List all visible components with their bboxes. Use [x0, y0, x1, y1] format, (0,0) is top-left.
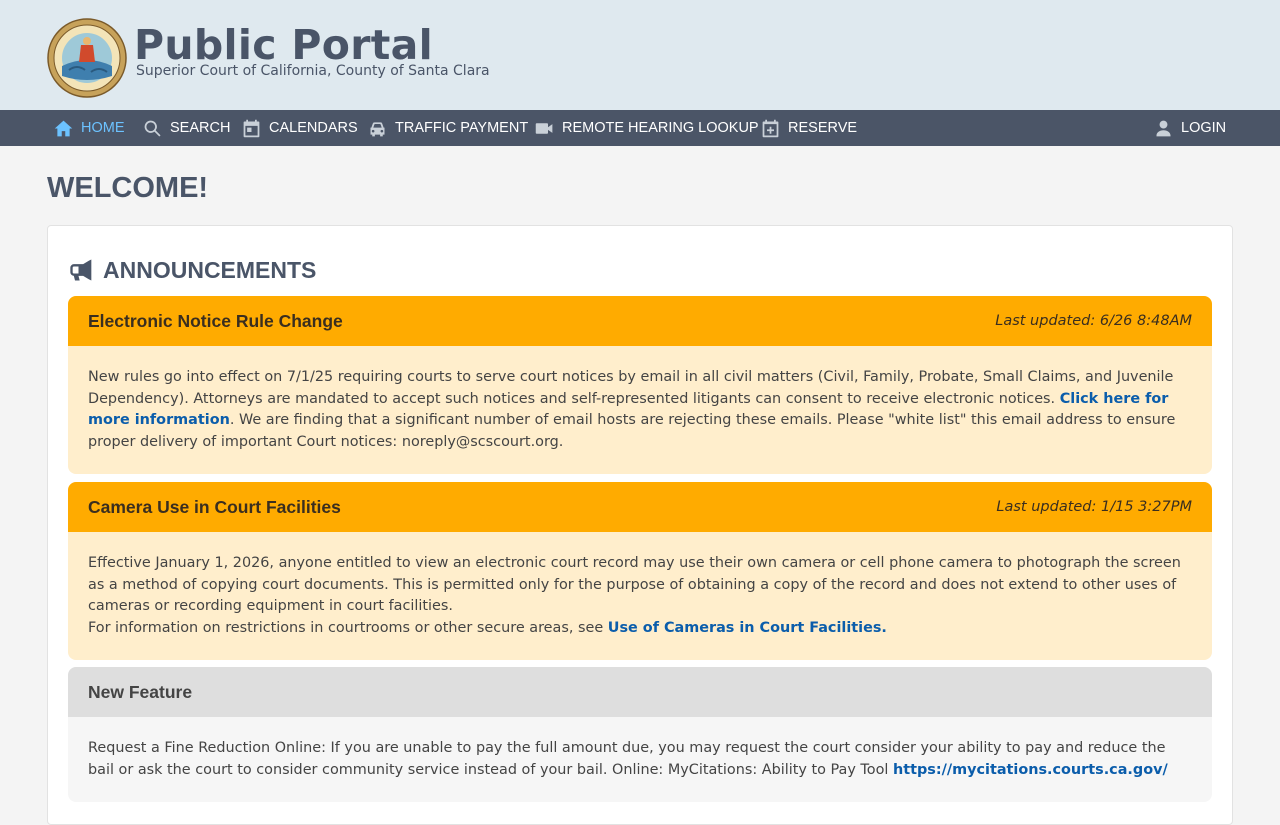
nav-home[interactable]: HOME [53, 110, 125, 146]
camera-use-link[interactable]: Use of Cameras in Court Facilities. [608, 620, 887, 636]
nav-traffic-payment[interactable]: TRAFFIC PAYMENT [367, 110, 528, 146]
portal-subtitle: Superior Court of California, County of … [136, 63, 490, 79]
nav-search[interactable]: SEARCH [142, 110, 230, 146]
announcements-heading: ANNOUNCEMENTS [103, 256, 317, 283]
announcement-body: New rules go into effect on 7/1/25 requi… [68, 346, 1212, 474]
search-icon [144, 120, 161, 137]
announcement-title: New Feature [88, 681, 193, 702]
announcement-text: For information on restrictions in court… [88, 619, 608, 636]
home-icon [54, 120, 73, 136]
site-header: Public Portal Superior Court of Californ… [0, 0, 1280, 110]
announcement-card-header: New Feature [68, 667, 1212, 717]
announcement-title: Camera Use in Court Facilities [88, 496, 341, 517]
announcements-header: ANNOUNCEMENTS [68, 256, 316, 284]
announcement-updated: Last updated: 6/26 8:48AM [995, 313, 1192, 329]
announcements-panel: ANNOUNCEMENTS Electronic Notice Rule Cha… [47, 225, 1233, 825]
nav-remote-hearing-label: REMOTE HEARING LOOKUP [562, 120, 759, 136]
nav-login-label: LOGIN [1181, 120, 1227, 136]
announcement-card-electronic-notice: Electronic Notice Rule Change Last updat… [68, 296, 1212, 474]
nav-reserve-label: RESERVE [788, 120, 858, 136]
announcement-card-header: Electronic Notice Rule Change Last updat… [68, 296, 1212, 346]
mycitations-link[interactable]: https://mycitations.courts.ca.gov/ [893, 762, 1168, 778]
announcement-text: . We are finding that a significant numb… [88, 412, 1176, 450]
nav-search-label: SEARCH [170, 120, 231, 136]
nav-calendars[interactable]: CALENDARS [241, 110, 358, 146]
nav-remote-hearing[interactable]: REMOTE HEARING LOOKUP [534, 110, 759, 146]
nav-calendars-label: CALENDARS [269, 120, 358, 136]
nav-reserve[interactable]: RESERVE [760, 110, 857, 146]
announcement-title: Electronic Notice Rule Change [88, 310, 343, 331]
video-camera-icon [535, 122, 553, 134]
announcement-card-new-feature: New Feature Request a Fine Reduction Onl… [68, 667, 1212, 802]
announcement-body: Effective January 1, 2026, anyone entitl… [68, 532, 1212, 660]
nav-login[interactable]: LOGIN [1153, 110, 1226, 146]
car-icon [370, 121, 385, 136]
announcement-body: Request a Fine Reduction Online: If you … [68, 717, 1212, 802]
announcement-card-camera-use: Camera Use in Court Facilities Last upda… [68, 482, 1212, 660]
main-navigation: HOME SEARCH CALENDARS TRAFFIC PAYMENT RE… [0, 110, 1280, 146]
welcome-heading: WELCOME! [47, 172, 209, 204]
user-icon [1156, 120, 1171, 136]
announcement-text: Effective January 1, 2026, anyone entitl… [88, 555, 1181, 614]
announcement-card-header: Camera Use in Court Facilities Last upda… [68, 482, 1212, 532]
calendar-icon [243, 119, 260, 137]
megaphone-icon [70, 259, 92, 281]
announcement-text: New rules go into effect on 7/1/25 requi… [88, 369, 1174, 407]
nav-home-label: HOME [81, 120, 125, 136]
court-seal-logo[interactable] [47, 18, 127, 98]
nav-traffic-payment-label: TRAFFIC PAYMENT [395, 120, 529, 136]
announcement-updated: Last updated: 1/15 3:27PM [996, 499, 1192, 515]
calendar-plus-icon [762, 119, 779, 137]
